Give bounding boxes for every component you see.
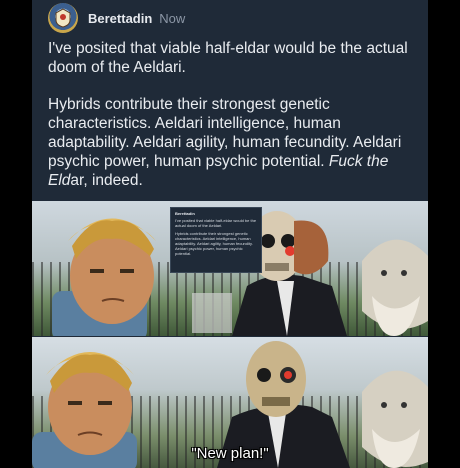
post-body: I've posited that viable half-eldar woul… <box>48 39 420 208</box>
post-header: Berettadin Now <box>48 3 185 33</box>
meme-panel-top: Berettadin I've posited that viable half… <box>32 201 428 336</box>
motion-blur-hand <box>192 293 232 333</box>
embedded-post-paragraph-1: I've posited that viable half-eldar woul… <box>175 218 257 228</box>
embedded-post-thumbnail: Berettadin I've posited that viable half… <box>170 207 262 273</box>
post-italic-tail: ar <box>70 172 84 189</box>
meme-panel-bottom: "New plan!" <box>32 337 428 468</box>
embedded-post-username: Berettadin <box>175 211 195 216</box>
user-avatar[interactable] <box>48 3 78 33</box>
post-card: Berettadin Now I've posited that viable … <box>32 0 428 468</box>
post-italic-eld: Eld <box>48 172 71 189</box>
post-timestamp: Now <box>159 10 186 26</box>
username[interactable]: Berettadin <box>88 11 152 26</box>
blonde-character-figure <box>52 218 156 336</box>
old-bearded-character-figure <box>362 239 428 336</box>
post-paragraph-2-end: , indeed. <box>83 172 143 189</box>
post-paragraph-2: Hybrids contribute their strongest genet… <box>48 95 420 190</box>
meme-caption: "New plan!" <box>191 445 269 462</box>
emblem-avatar-icon <box>55 8 71 28</box>
post-italic-phrase: Fuck the <box>328 153 389 170</box>
post-paragraph-1: I've posited that viable half-eldar woul… <box>48 40 408 76</box>
embedded-post-paragraph-2: Hybrids contribute their strongest genet… <box>175 231 253 256</box>
